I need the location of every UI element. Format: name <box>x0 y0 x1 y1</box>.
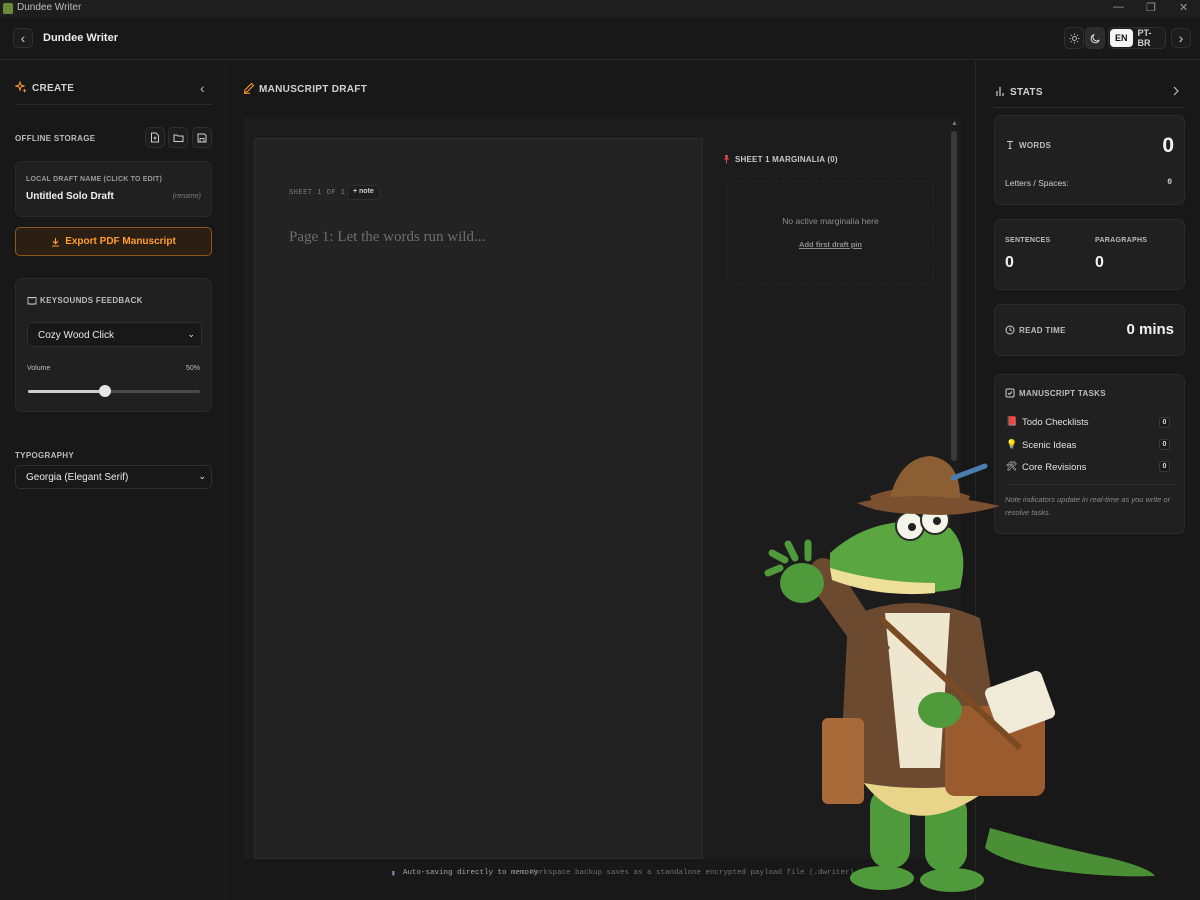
language-switcher: EN PT-BR <box>1108 27 1166 49</box>
words-value: 0 <box>1162 134 1174 157</box>
back-button[interactable]: ‹ <box>13 28 33 48</box>
window-titlebar: Dundee Writer — ❐ ✕ <box>0 0 1200 17</box>
checklist-icon <box>1005 388 1015 398</box>
lang-ptbr-button[interactable]: PT-BR <box>1133 24 1164 52</box>
restore-button[interactable]: ❐ <box>1146 1 1156 14</box>
tasks-title: MANUSCRIPT TASKS <box>1019 389 1106 398</box>
font-select[interactable]: Georgia (Elegant Serif) ⌄ <box>15 465 212 489</box>
minimize-button[interactable]: — <box>1113 1 1124 13</box>
editor-placeholder[interactable]: Page 1: Let the words run wild... <box>289 229 485 246</box>
sun-icon <box>1068 32 1080 44</box>
marginalia-box: No active marginalia here Add first draf… <box>727 181 934 285</box>
offline-storage-title: OFFLINE STORAGE <box>15 134 96 143</box>
chevron-down-icon: ⌄ <box>187 329 195 339</box>
moon-icon <box>1090 33 1100 43</box>
font-selected: Georgia (Elegant Serif) <box>26 472 129 483</box>
keysound-select[interactable]: Cozy Wood Click ⌄ <box>27 322 202 347</box>
draft-name-value[interactable]: Untitled Solo Draft <box>26 191 114 202</box>
manuscript-sheet[interactable]: SHEET 1 OF 1 + note Page 1: Let the word… <box>254 138 703 859</box>
pencil-icon <box>243 82 255 94</box>
words-label: WORDS <box>1019 141 1052 150</box>
text-cursor-icon <box>1007 141 1013 149</box>
export-pdf-button[interactable]: Export PDF Manuscript <box>15 227 212 256</box>
marginalia-title: SHEET 1 MARGINALIA (0) <box>735 155 838 164</box>
folder-open-icon <box>173 134 183 142</box>
sentences-label: SENTENCES <box>1005 237 1051 244</box>
scroll-up-arrow[interactable]: ▲ <box>951 120 958 127</box>
save-file-button[interactable] <box>192 127 212 148</box>
draft-name-label: LOCAL DRAFT NAME (CLICK TO EDIT) <box>26 176 163 183</box>
sparkle-icon <box>15 81 27 93</box>
close-button[interactable]: ✕ <box>1179 1 1188 14</box>
words-card: WORDS 0 Letters / Spaces: 0 <box>994 115 1185 205</box>
window-title: Dundee Writer <box>17 2 82 13</box>
collapse-left-button[interactable]: ‹ <box>200 80 205 96</box>
sheet-label: SHEET 1 OF 1 <box>289 189 346 197</box>
lang-en-button[interactable]: EN <box>1110 29 1133 47</box>
add-draft-pin-link[interactable]: Add first draft pin <box>728 240 933 249</box>
expand-right-button[interactable]: › <box>1171 28 1191 48</box>
clock-icon <box>1005 325 1015 335</box>
keysounds-title: KEYSOUNDS FEEDBACK <box>40 296 143 305</box>
book-icon <box>27 297 37 305</box>
app-header: ‹ Dundee Writer EN PT-BR › <box>0 17 1200 60</box>
editor-scrollbar[interactable] <box>951 131 957 461</box>
divider <box>994 107 1185 108</box>
stats-title: STATS <box>1010 87 1043 98</box>
chevron-down-icon: ⌄ <box>198 471 206 481</box>
sentences-value: 0 <box>1005 254 1014 271</box>
volume-value: 50% <box>185 365 200 372</box>
task-todo-label[interactable]: Todo Checklists <box>1022 417 1089 428</box>
manuscript-title: MANUSCRIPT DRAFT <box>259 84 368 95</box>
crocodile-mascot-illustration <box>764 456 1155 892</box>
app-logo-icon <box>3 3 13 14</box>
todo-icon: 📕 <box>1006 416 1018 426</box>
task-revisions-count: 0 <box>1159 461 1170 472</box>
paragraphs-value: 0 <box>1095 254 1104 271</box>
volume-label: Volume <box>27 365 51 372</box>
sentences-paragraphs-card: SENTENCES 0 PARAGRAPHS 0 <box>994 219 1185 290</box>
download-icon <box>52 237 60 247</box>
divider <box>15 104 212 105</box>
read-time-value: 0 mins <box>1126 321 1174 338</box>
read-time-card: READ TIME 0 mins <box>994 304 1185 356</box>
app-name: Dundee Writer <box>43 32 118 44</box>
dark-theme-button[interactable] <box>1085 27 1105 49</box>
save-icon <box>197 133 207 142</box>
memory-icon: ▮ <box>391 870 396 878</box>
create-title: CREATE <box>32 83 75 94</box>
new-file-button[interactable] <box>145 127 165 148</box>
letters-value: 0 <box>1167 178 1172 187</box>
export-pdf-label: Export PDF Manuscript <box>65 236 176 247</box>
typography-title: TYPOGRAPHY <box>15 451 75 460</box>
autosave-status: Auto-saving directly to memory <box>403 869 539 877</box>
marginalia-empty: No active marginalia here <box>782 216 879 226</box>
keysound-selected: Cozy Wood Click <box>38 330 114 341</box>
paragraphs-label: PARAGRAPHS <box>1095 237 1148 244</box>
chevron-right-icon[interactable] <box>1172 86 1180 96</box>
add-note-button[interactable]: + note <box>347 185 380 200</box>
task-todo-count: 0 <box>1159 417 1170 428</box>
new-file-icon <box>151 132 159 143</box>
letters-label: Letters / Spaces: <box>1005 178 1069 188</box>
draft-name-card[interactable]: LOCAL DRAFT NAME (CLICK TO EDIT) Untitle… <box>15 161 212 217</box>
volume-slider-fill <box>28 390 106 393</box>
bar-chart-icon <box>996 87 1004 96</box>
rename-hint: (rename) <box>172 193 201 200</box>
open-file-button[interactable] <box>168 127 188 148</box>
pin-icon <box>723 155 730 164</box>
task-ideas-count: 0 <box>1159 439 1170 450</box>
light-theme-button[interactable] <box>1064 27 1084 49</box>
read-time-label: READ TIME <box>1019 326 1066 335</box>
